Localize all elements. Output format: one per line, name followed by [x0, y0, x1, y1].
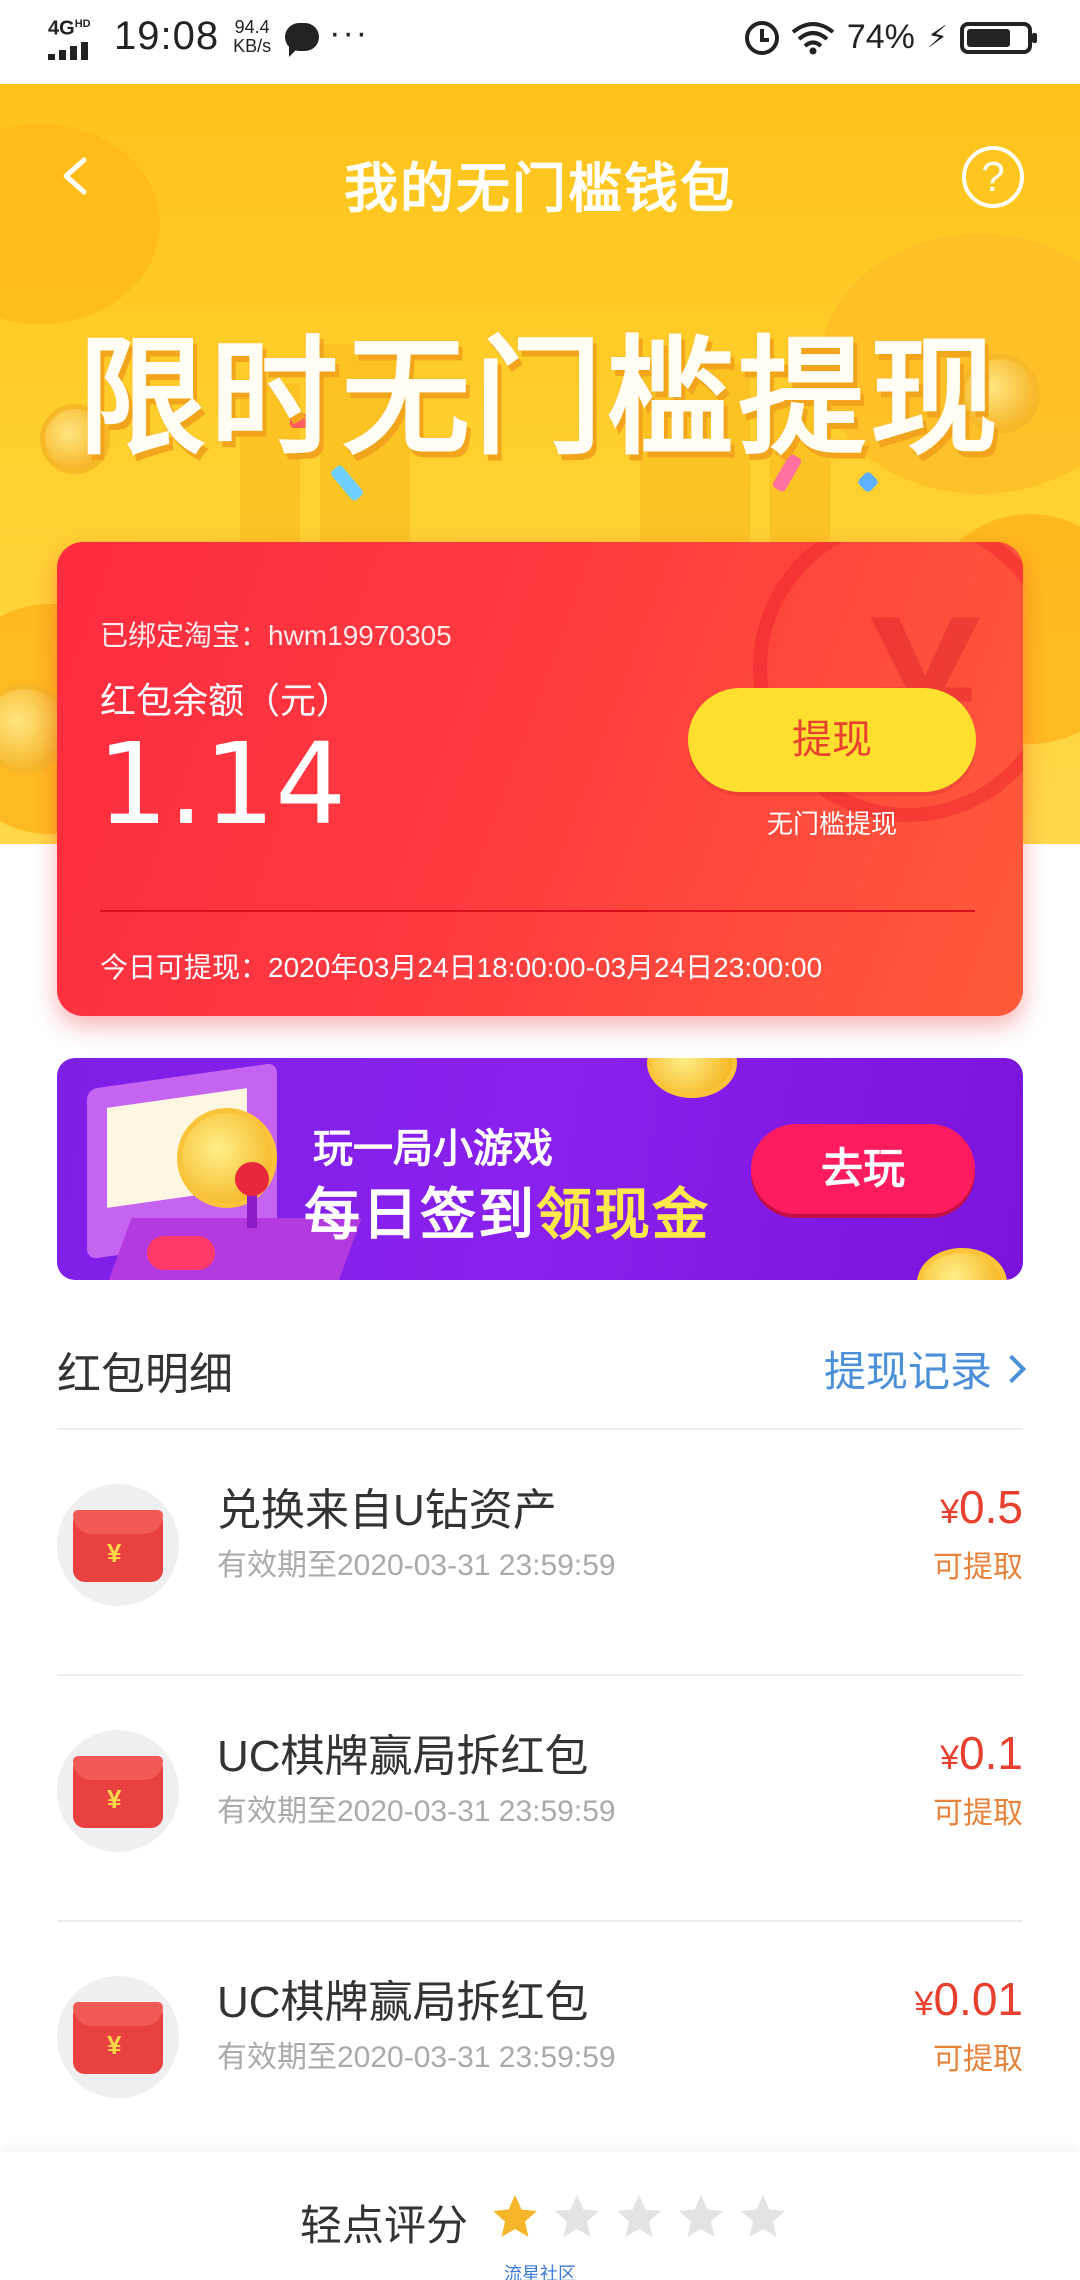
play-button[interactable]: 去玩: [751, 1124, 975, 1214]
item-expiry: 有效期至2020-03-31 23:59:59: [217, 2041, 616, 2074]
card-divider: [100, 910, 975, 912]
rating-bar: 轻点评分 流星社区: [0, 2152, 1080, 2280]
net-speed: 94.4 KB/s: [233, 16, 272, 56]
item-amount-value: 0.01: [933, 1973, 1023, 2025]
chevron-right-icon: [997, 1354, 1027, 1383]
balance-amount: 1.14: [97, 720, 347, 850]
item-amount: ¥0.01: [915, 1972, 1023, 2026]
page-title: 我的无门槛钱包: [344, 159, 736, 219]
bound-account: 已绑定淘宝：hwm19970305: [100, 620, 452, 651]
game-promo-highlight: 领现金: [536, 1183, 710, 1246]
star-icon[interactable]: [676, 2192, 726, 2242]
clock: 19:08: [114, 14, 220, 59]
message-icon: [285, 22, 320, 57]
item-title: UC棋牌赢局拆红包: [217, 1978, 589, 2027]
star-icon[interactable]: [490, 2192, 540, 2242]
signal-icon: 4GHD: [48, 14, 100, 60]
item-currency: ¥: [914, 1985, 934, 2023]
red-envelope-avatar: ¥: [57, 1730, 179, 1852]
withdraw-button[interactable]: 提现: [688, 688, 976, 792]
help-button[interactable]: ?: [962, 146, 1024, 208]
net-speed-value: 94.4: [234, 16, 270, 37]
coin-icon: [917, 1248, 1007, 1280]
more-icon: ···: [329, 13, 370, 52]
item-amount-value: 0.1: [959, 1727, 1023, 1779]
network-type: 4G: [48, 17, 75, 40]
status-bar: 4GHD 19:08 94.4 KB/s ··· 74% ⚡: [0, 0, 1080, 84]
red-envelope-icon: ¥: [73, 2002, 163, 2074]
item-amount-value: 0.5: [959, 1481, 1023, 1533]
withdraw-records-link[interactable]: 提现记录: [823, 1338, 1027, 1399]
star-icon[interactable]: [738, 2192, 788, 2242]
item-status: 可提取: [933, 2043, 1023, 2076]
item-currency: ¥: [940, 1739, 960, 1777]
alarm-icon: [744, 20, 779, 55]
item-amount: ¥0.1: [940, 1726, 1023, 1780]
coin-icon: [647, 1058, 737, 1098]
promo-headline: 限时无门槛提现: [77, 324, 1002, 473]
game-promo-line2: 每日签到领现金: [304, 1170, 710, 1251]
charging-icon: ⚡: [926, 21, 948, 54]
joystick-icon: [235, 1162, 269, 1196]
withdraw-subtitle: 无门槛提现: [766, 809, 897, 839]
section-title: 红包明细: [57, 1350, 233, 1399]
list-item: ¥ UC棋牌赢局拆红包 有效期至2020-03-31 23:59:59 ¥0.0…: [57, 1922, 1023, 2168]
item-title: 兑换来自U钻资产: [217, 1486, 557, 1535]
network-sub: HD: [74, 18, 91, 30]
item-status: 可提取: [933, 1797, 1023, 1830]
star-icon[interactable]: [614, 2192, 664, 2242]
net-speed-unit: KB/s: [233, 35, 272, 56]
withdraw-window: 今日可提现：2020年03月24日18:00:00-03月24日23:00:00: [100, 952, 823, 983]
item-expiry: 有效期至2020-03-31 23:59:59: [217, 1795, 616, 1828]
red-envelope-icon: ¥: [73, 1756, 163, 1828]
rating-stars[interactable]: [490, 2192, 788, 2242]
game-promo-banner[interactable]: 玩一局小游戏 每日签到领现金 去玩: [57, 1058, 1023, 1280]
list-item: ¥ 兑换来自U钻资产 有效期至2020-03-31 23:59:59 ¥0.5 …: [57, 1430, 1023, 1676]
red-envelope-icon: ¥: [73, 1510, 163, 1582]
game-promo-line2-prefix: 每日签到: [304, 1183, 536, 1246]
withdraw-records-label: 提现记录: [823, 1348, 992, 1395]
item-expiry: 有效期至2020-03-31 23:59:59: [217, 1549, 616, 1582]
rating-label: 轻点评分: [300, 2202, 469, 2249]
item-currency: ¥: [940, 1493, 960, 1531]
star-icon[interactable]: [552, 2192, 602, 2242]
red-envelope-avatar: ¥: [57, 1484, 179, 1606]
battery-percent: 74%: [846, 18, 915, 56]
battery-icon: [960, 21, 1037, 54]
red-envelope-avatar: ¥: [57, 1976, 179, 2098]
list-item: ¥ UC棋牌赢局拆红包 有效期至2020-03-31 23:59:59 ¥0.1…: [57, 1676, 1023, 1922]
item-amount: ¥0.5: [940, 1480, 1023, 1534]
wallet-card: ¥ 已绑定淘宝：hwm19970305 红包余额（元） 1.14 提现 无门槛提…: [57, 542, 1023, 1016]
item-title: UC棋牌赢局拆红包: [217, 1732, 589, 1781]
game-promo-line1: 玩一局小游戏: [313, 1127, 553, 1171]
watermark: 流星社区: [504, 2264, 576, 2280]
wifi-icon: [791, 21, 835, 54]
balance-label: 红包余额（元）: [100, 680, 353, 721]
coin-icon: [177, 1108, 277, 1208]
item-status: 可提取: [933, 1551, 1023, 1584]
